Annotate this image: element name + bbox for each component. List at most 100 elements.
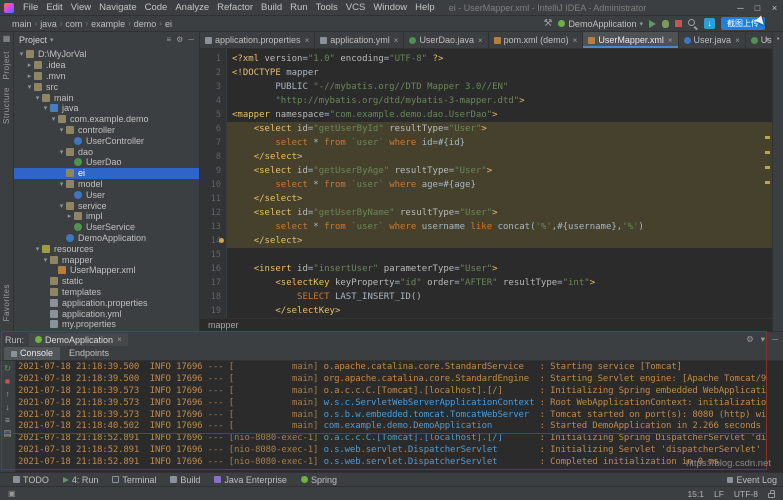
clear-icon[interactable]: ▤	[3, 428, 11, 438]
tree-item[interactable]: ▾com.example.demo	[14, 114, 199, 125]
chevron-down-icon[interactable]: ▾	[33, 94, 42, 102]
tree-item[interactable]: application.properties	[14, 297, 199, 308]
breadcrumb-item[interactable]: main	[10, 19, 34, 29]
tree-item[interactable]: ▾model	[14, 179, 199, 190]
toolwindow-button-terminal[interactable]: Terminal	[105, 473, 163, 486]
menu-window[interactable]: Window	[369, 2, 411, 13]
tree-item[interactable]: ▾src	[14, 81, 199, 92]
line-separator[interactable]: LF	[714, 489, 724, 499]
maximize-button[interactable]: □	[749, 0, 766, 16]
tree-item[interactable]: ei	[14, 168, 199, 179]
search-icon[interactable]	[688, 19, 698, 29]
tree-item[interactable]: User	[14, 189, 199, 200]
breadcrumb-item[interactable]: java	[38, 19, 59, 29]
settings-gear-icon[interactable]: ⚙	[746, 334, 754, 345]
toolwindow-button-build[interactable]: Build	[163, 473, 207, 486]
up-icon[interactable]: ↑	[5, 389, 9, 399]
chevron-down-icon[interactable]: ▾	[57, 148, 66, 156]
editor-tab[interactable]: application.properties×	[200, 32, 315, 48]
tree-item[interactable]: UserDao	[14, 157, 199, 168]
readonly-lock-icon[interactable]	[768, 493, 775, 498]
tab-close-icon[interactable]: ×	[305, 36, 310, 45]
editor-tab[interactable]: User.java×	[679, 32, 746, 48]
hide-panel-icon[interactable]: ─	[188, 35, 194, 44]
tree-item[interactable]: ▸.mvn	[14, 71, 199, 82]
menu-vcs[interactable]: VCS	[342, 2, 370, 13]
run-configuration-select[interactable]: DemoApplication ▾	[558, 19, 643, 29]
editor-code[interactable]: <?xml version="1.0" encoding="UTF-8" ?><…	[227, 49, 772, 318]
stripe-favorites-button[interactable]: Favorites	[2, 284, 11, 321]
toolwindow-button-todo[interactable]: TODO	[6, 473, 56, 486]
minimize-panel-icon[interactable]: ─	[772, 334, 778, 345]
tab-close-icon[interactable]: ×	[117, 335, 122, 344]
chevron-down-icon[interactable]: ▾	[41, 104, 50, 112]
menu-navigate[interactable]: Navigate	[95, 2, 141, 13]
tree-item[interactable]: ▾java	[14, 103, 199, 114]
chevron-down-icon[interactable]: ▾	[57, 126, 66, 134]
update-arrow-icon[interactable]: ↓	[704, 18, 715, 29]
caret-position[interactable]: 15:1	[687, 489, 704, 499]
chevron-right-icon[interactable]: ▸	[25, 72, 34, 80]
menu-file[interactable]: File	[19, 2, 42, 13]
minimize-button[interactable]: ─	[732, 0, 749, 16]
chevron-down-icon[interactable]: ▾	[57, 180, 66, 188]
tree-item[interactable]: DemoApplication	[14, 233, 199, 244]
tree-item[interactable]: ▾main	[14, 92, 199, 103]
tab-close-icon[interactable]: ×	[478, 36, 483, 45]
tree-item[interactable]: ▾mapper	[14, 254, 199, 265]
chevron-down-icon[interactable]: ▾	[33, 245, 42, 253]
breadcrumb-item[interactable]: ei	[163, 19, 174, 29]
debug-button[interactable]	[662, 20, 669, 28]
editor-tab[interactable]: UserDao.java×	[404, 32, 488, 48]
notifications-icon[interactable]: ▪	[777, 34, 780, 43]
breadcrumb-item[interactable]: example	[89, 19, 127, 29]
editor-tab[interactable]: UserMapper.xml×	[583, 32, 678, 48]
soft-wrap-icon[interactable]: ≡	[5, 415, 10, 425]
editor-body[interactable]: 12345678910111213141516171819 <?xml vers…	[200, 49, 772, 318]
chevron-down-icon[interactable]: ▾	[57, 202, 66, 210]
tree-item[interactable]: ▸.idea	[14, 60, 199, 71]
tab-console[interactable]: Console	[4, 347, 60, 360]
tree-item[interactable]: my.properties	[14, 319, 199, 330]
toolwindow-button-run[interactable]: 4: Run	[56, 473, 106, 486]
stripe-structure-button[interactable]: Structure	[2, 87, 11, 124]
tree-item[interactable]: ▾D:\MyJorVal	[14, 49, 199, 60]
toolwindow-button-spring[interactable]: Spring	[294, 473, 344, 486]
tree-item[interactable]: static	[14, 276, 199, 287]
chevron-down-icon[interactable]: ▾	[25, 83, 34, 91]
chevron-down-icon[interactable]: ▾	[50, 36, 54, 44]
chevron-right-icon[interactable]: ▸	[25, 61, 34, 69]
tree-item[interactable]: ▾service	[14, 200, 199, 211]
collapse-all-icon[interactable]: ≡	[166, 35, 171, 44]
chevron-down-icon[interactable]: ▾	[41, 256, 50, 264]
tree-item[interactable]: application.yml	[14, 308, 199, 319]
breadcrumb-mapper[interactable]: mapper	[208, 320, 239, 330]
menu-run[interactable]: Run	[286, 2, 311, 13]
rerun-icon[interactable]: ↻	[4, 363, 11, 373]
tree-item[interactable]: ▾controller	[14, 125, 199, 136]
toolwindow-switcher-icon[interactable]: ▣	[8, 489, 16, 498]
breadcrumb-item[interactable]: com	[63, 19, 84, 29]
tab-close-icon[interactable]: ×	[668, 36, 673, 45]
menu-edit[interactable]: Edit	[42, 2, 66, 13]
chevron-down-icon[interactable]: ▾	[17, 50, 26, 58]
event-log-button[interactable]: Event Log	[727, 475, 777, 485]
tree-item[interactable]: UserController	[14, 135, 199, 146]
editor-tab[interactable]: application.yml×	[315, 32, 404, 48]
close-button[interactable]: ×	[766, 0, 783, 16]
editor-scrollbar[interactable]	[763, 51, 771, 316]
chevron-right-icon[interactable]: ▸	[65, 212, 74, 220]
tree-item[interactable]: UserMapper.xml	[14, 265, 199, 276]
build-project-icon[interactable]: ⚒	[543, 18, 552, 29]
tree-item[interactable]: templates	[14, 287, 199, 298]
settings-gear-icon[interactable]: ⚙	[176, 35, 183, 44]
chevron-down-icon[interactable]: ▾	[49, 115, 58, 123]
stop-button[interactable]	[675, 20, 682, 27]
stripe-project-button[interactable]: Project	[2, 51, 11, 79]
menu-help[interactable]: Help	[411, 2, 439, 13]
tree-item[interactable]: ▸impl	[14, 211, 199, 222]
tab-close-icon[interactable]: ×	[573, 36, 578, 45]
menu-refactor[interactable]: Refactor	[213, 2, 257, 13]
menu-analyze[interactable]: Analyze	[171, 2, 213, 13]
run-panel-tab[interactable]: DemoApplication ×	[29, 333, 128, 346]
